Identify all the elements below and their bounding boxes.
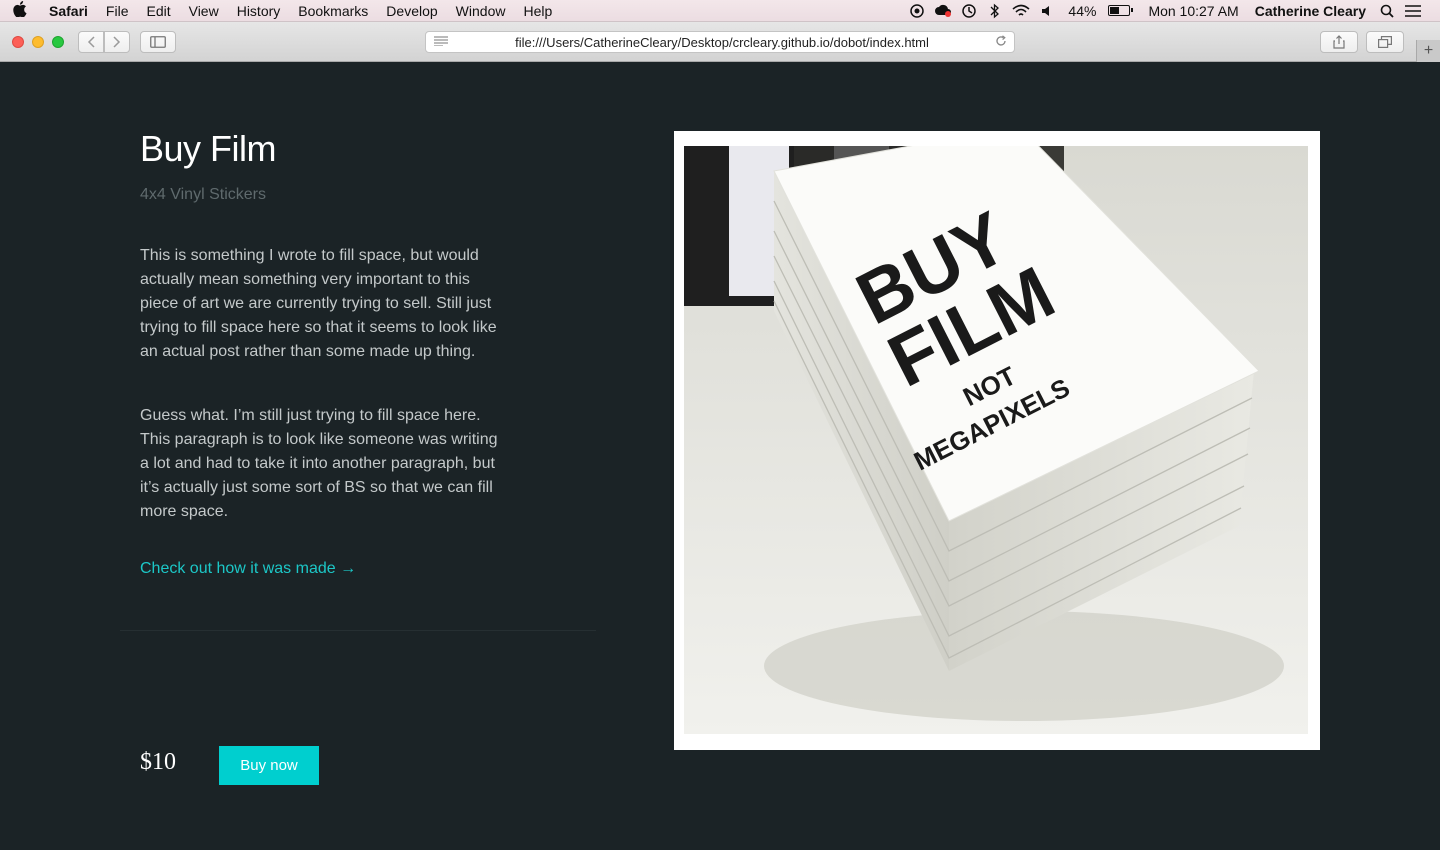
- bluetooth-icon[interactable]: [984, 0, 1006, 22]
- menu-history[interactable]: History: [228, 3, 290, 19]
- battery-icon[interactable]: [1108, 5, 1134, 16]
- menu-user-name[interactable]: Catherine Cleary: [1247, 3, 1374, 19]
- menu-window[interactable]: Window: [447, 3, 515, 19]
- product-title: Buy Film: [140, 128, 277, 169]
- back-button[interactable]: [78, 31, 104, 53]
- show-all-tabs-button[interactable]: [1366, 31, 1404, 53]
- plus-icon: +: [1423, 42, 1434, 59]
- url-text[interactable]: file:///Users/CatherineCleary/Desktop/cr…: [456, 35, 988, 50]
- notification-center-icon[interactable]: [1402, 0, 1424, 22]
- reload-icon[interactable]: [988, 34, 1014, 50]
- window-minimize-button[interactable]: [32, 36, 44, 48]
- share-icon: [1333, 35, 1345, 49]
- description-paragraph-2: Guess what. I’m still just trying to fil…: [140, 407, 498, 520]
- menu-view[interactable]: View: [180, 3, 228, 19]
- status-circle-icon[interactable]: [906, 0, 928, 22]
- volume-icon[interactable]: [1036, 0, 1058, 22]
- chevron-right-icon: [113, 36, 121, 48]
- chevron-left-icon: [87, 36, 95, 48]
- tabs-icon: [1378, 36, 1392, 48]
- product-photo: BUY FILM NOT MEGAPIXELS: [684, 146, 1308, 734]
- menu-bar: Safari File Edit View History Bookmarks …: [0, 0, 1440, 22]
- address-bar[interactable]: file:///Users/CatherineCleary/Desktop/cr…: [425, 31, 1015, 53]
- window-fullscreen-button[interactable]: [52, 36, 64, 48]
- forward-button[interactable]: [104, 31, 130, 53]
- how-it-was-made-link[interactable]: Check out how it was made →: [140, 560, 356, 578]
- menu-edit[interactable]: Edit: [137, 3, 179, 19]
- menu-file[interactable]: File: [97, 3, 138, 19]
- buy-now-button[interactable]: Buy now: [219, 746, 319, 785]
- sidebar-icon: [150, 36, 166, 48]
- time-machine-icon[interactable]: [958, 0, 980, 22]
- apple-icon[interactable]: [0, 0, 40, 21]
- menu-app-name[interactable]: Safari: [40, 3, 97, 19]
- window-close-button[interactable]: [12, 36, 24, 48]
- sticker-stack-illustration: BUY FILM NOT MEGAPIXELS: [684, 146, 1308, 734]
- menu-bookmarks[interactable]: Bookmarks: [289, 3, 377, 19]
- product-price: $10: [140, 749, 176, 775]
- menu-clock[interactable]: Mon 10:27 AM: [1140, 3, 1246, 19]
- reader-icon[interactable]: [426, 35, 456, 49]
- browser-toolbar: file:///Users/CatherineCleary/Desktop/cr…: [0, 22, 1440, 62]
- wifi-icon[interactable]: [1010, 0, 1032, 22]
- show-sidebar-button[interactable]: [140, 31, 176, 53]
- share-button[interactable]: [1320, 31, 1358, 53]
- product-subtitle: 4x4 Vinyl Stickers: [140, 186, 266, 203]
- spotlight-search-icon[interactable]: [1376, 0, 1398, 22]
- section-divider: [120, 630, 596, 631]
- new-tab-button[interactable]: +: [1416, 40, 1440, 62]
- product-image-frame: BUY FILM NOT MEGAPIXELS: [674, 131, 1320, 750]
- battery-percent: 44%: [1068, 2, 1097, 19]
- description-paragraph-1: This is something I wrote to fill space,…: [140, 247, 497, 360]
- menu-help[interactable]: Help: [514, 3, 561, 19]
- web-page: Buy Film 4x4 Vinyl Stickers This is some…: [0, 62, 1440, 850]
- menu-develop[interactable]: Develop: [377, 3, 446, 19]
- creative-cloud-icon[interactable]: [932, 0, 954, 22]
